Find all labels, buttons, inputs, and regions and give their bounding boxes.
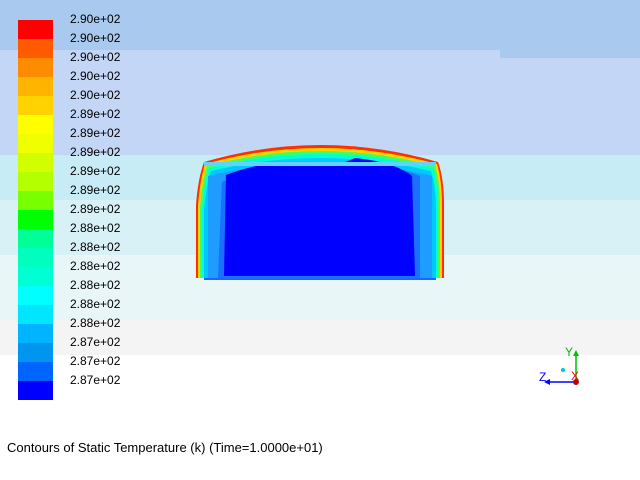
colorbar-swatch: [18, 20, 53, 39]
colorbar-label: 2.88e+02: [70, 297, 121, 311]
colorbar-label: 2.90e+02: [70, 69, 121, 83]
colorbar-swatch: [18, 134, 53, 153]
colorbar-label: 2.88e+02: [70, 259, 121, 273]
colorbar-swatch: [18, 153, 53, 172]
y-axis-label: Y: [565, 345, 573, 359]
colorbar-label: 2.88e+02: [70, 278, 121, 292]
colorbar-swatch: [18, 58, 53, 77]
colorbar-swatch: [18, 39, 53, 58]
colorbar-label: 2.89e+02: [70, 107, 121, 121]
colorbar-swatch: [18, 381, 53, 400]
colorbar-label: 2.88e+02: [70, 316, 121, 330]
colorbar-label: 2.89e+02: [70, 145, 121, 159]
z-axis-label: Z: [539, 370, 546, 384]
colorbar-swatch: [18, 229, 53, 248]
colorbar-swatch: [18, 210, 53, 229]
x-axis-label: X: [571, 369, 579, 383]
colorbar-label: 2.88e+02: [70, 240, 121, 254]
bg-band: [500, 58, 640, 155]
colorbar-swatch: [18, 305, 53, 324]
colorbar-swatch: [18, 343, 53, 362]
colorbar-label: 2.90e+02: [70, 12, 121, 26]
colorbar-label: 2.90e+02: [70, 31, 121, 45]
y-axis-arrow: [573, 350, 579, 356]
colorbar-label: 2.89e+02: [70, 126, 121, 140]
colorbar-label: 2.89e+02: [70, 202, 121, 216]
colorbar-swatch: [18, 191, 53, 210]
colorbar-label: 2.89e+02: [70, 164, 121, 178]
colorbar-swatch: [18, 267, 53, 286]
colorbar-swatch: [18, 362, 53, 381]
colorbar-swatch: [18, 77, 53, 96]
colorbar-label: 2.89e+02: [70, 183, 121, 197]
colorbar-swatch: [18, 286, 53, 305]
bg-band: [500, 0, 640, 58]
colorbar-swatch: [18, 96, 53, 115]
colorbar-swatch: [18, 248, 53, 267]
graphics-viewport[interactable]: 2.90e+02 2.90e+02 2.90e+02 2.90e+02 2.90e+02…: [0, 0, 640, 480]
colorbar-label: 2.87e+02: [70, 373, 121, 387]
colorbar-label: 2.88e+02: [70, 221, 121, 235]
colorbar-label: 2.87e+02: [70, 354, 121, 368]
colorbar-swatch: [18, 172, 53, 191]
colorbar: [18, 20, 53, 400]
axis-triad: Y Z X: [539, 345, 579, 385]
colorbar-label: 2.90e+02: [70, 88, 121, 102]
colorbar-swatch: [18, 115, 53, 134]
plot-caption: Contours of Static Temperature (k) (Time…: [7, 440, 323, 455]
colorbar-swatch: [18, 324, 53, 343]
colorbar-label: 2.90e+02: [70, 50, 121, 64]
domain-contours: [196, 145, 444, 280]
colorbar-label: 2.87e+02: [70, 335, 121, 349]
triad-marker: [561, 368, 565, 372]
